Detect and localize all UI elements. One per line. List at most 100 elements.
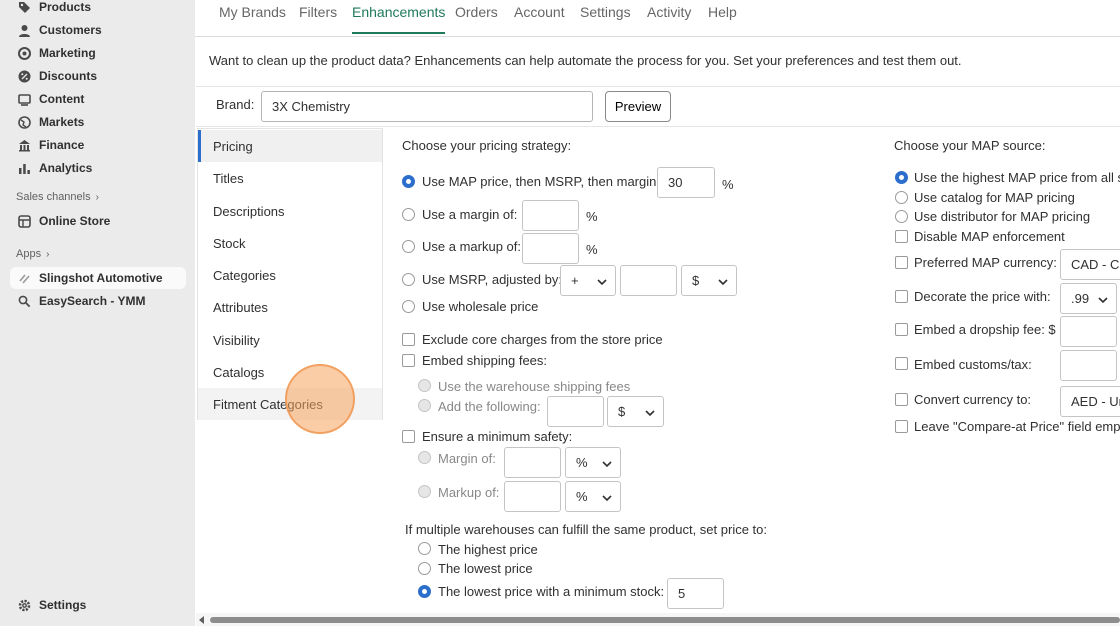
dropship-fee-input[interactable] xyxy=(1060,316,1117,347)
min-stock-input[interactable]: 5 xyxy=(667,578,724,609)
sidebar-item-products[interactable]: Products xyxy=(10,0,186,18)
label-compare-at: Leave "Compare-at Price" field empt xyxy=(914,419,1120,434)
checkbox-convert-currency[interactable] xyxy=(895,393,908,406)
tab-enhancements[interactable]: Enhancements xyxy=(352,4,446,34)
checkbox-exclude-core[interactable] xyxy=(402,333,415,346)
label-markup: Use a markup of: xyxy=(422,239,521,254)
radio-map-highest[interactable] xyxy=(895,171,908,184)
preferred-currency-select[interactable]: CAD - Ca xyxy=(1060,249,1120,280)
brand-input[interactable]: 3X Chemistry xyxy=(261,91,593,122)
radio-lowest-min-stock[interactable] xyxy=(418,585,431,598)
menu-item-fitment-categories[interactable]: Fitment Categories xyxy=(198,388,382,420)
label-convert-currency: Convert currency to: xyxy=(914,392,1032,407)
customs-tax-input[interactable] xyxy=(1060,350,1117,381)
checkbox-embed-shipping[interactable] xyxy=(402,354,415,367)
menu-item-visibility[interactable]: Visibility xyxy=(198,324,382,356)
checkbox-preferred-currency[interactable] xyxy=(895,256,908,269)
label-map-catalog: Use catalog for MAP pricing xyxy=(914,190,1075,205)
sidebar-item-discounts[interactable]: Discounts xyxy=(10,65,186,87)
checkbox-min-safety[interactable] xyxy=(402,430,415,443)
radio-map-distributor[interactable] xyxy=(895,210,908,223)
tab-my-brands[interactable]: My Brands xyxy=(219,4,286,34)
label-safety-markup: Markup of: xyxy=(438,485,500,500)
radio-map-catalog[interactable] xyxy=(895,191,908,204)
tab-orders[interactable]: Orders xyxy=(455,4,498,34)
safety-margin-input[interactable] xyxy=(504,447,561,478)
radio-markup[interactable] xyxy=(402,240,415,253)
sales-channels-section[interactable]: Sales channels › xyxy=(16,191,99,203)
radio-wholesale[interactable] xyxy=(402,300,415,313)
radio-lowest-price[interactable] xyxy=(418,562,431,575)
tab-activity[interactable]: Activity xyxy=(647,4,691,34)
menu-item-attributes[interactable]: Attributes xyxy=(198,291,382,323)
menu-item-pricing[interactable]: Pricing xyxy=(198,130,382,162)
radio-margin[interactable] xyxy=(402,208,415,221)
checkbox-dropship-fee[interactable] xyxy=(895,323,908,336)
globe-icon xyxy=(18,115,31,129)
scroll-left-arrow-icon[interactable] xyxy=(199,616,204,624)
sidebar-app-easysearch[interactable]: EasySearch - YMM xyxy=(10,290,186,312)
checkbox-compare-at[interactable] xyxy=(895,420,908,433)
person-icon xyxy=(18,24,31,37)
horizontal-scrollbar[interactable] xyxy=(196,613,1120,626)
safety-margin-unit-select[interactable]: % xyxy=(565,447,621,478)
map-margin-input[interactable]: 30 xyxy=(657,167,715,198)
sidebar-item-finance[interactable]: Finance xyxy=(10,134,186,156)
checkbox-disable-map[interactable] xyxy=(895,230,908,243)
bank-icon xyxy=(18,139,31,152)
label-warehouse-shipping: Use the warehouse shipping fees xyxy=(438,379,631,394)
sidebar-item-markets[interactable]: Markets xyxy=(10,111,186,133)
menu-item-categories[interactable]: Categories xyxy=(198,259,382,291)
checkbox-customs-tax[interactable] xyxy=(895,357,908,370)
margin-input[interactable] xyxy=(522,200,579,231)
sidebar-item-online-store[interactable]: Online Store xyxy=(10,210,186,232)
safety-markup-input[interactable] xyxy=(504,481,561,512)
label-exclude-core: Exclude core charges from the store pric… xyxy=(422,332,663,347)
radio-safety-markup[interactable] xyxy=(418,485,431,498)
tab-filters[interactable]: Filters xyxy=(299,4,337,34)
menu-item-catalogs[interactable]: Catalogs xyxy=(198,356,382,388)
label-margin: Use a margin of: xyxy=(422,207,518,222)
msrp-sign-select[interactable]: + xyxy=(560,265,616,296)
sidebar-item-analytics[interactable]: Analytics xyxy=(10,157,186,179)
scrollbar-thumb[interactable] xyxy=(210,617,1120,623)
add-shipping-unit-select[interactable]: $ xyxy=(607,396,664,427)
label-customs-tax: Embed customs/tax: xyxy=(914,357,1032,372)
sidebar-item-marketing[interactable]: Marketing xyxy=(10,42,186,64)
sidebar-app-slingshot-automotive[interactable]: Slingshot Automotive xyxy=(10,267,186,289)
chevron-right-icon: › xyxy=(95,191,99,203)
decorate-price-select[interactable]: .99 xyxy=(1060,283,1117,314)
msrp-unit-select[interactable]: $ xyxy=(681,265,737,296)
search-icon xyxy=(18,295,31,308)
preview-button[interactable]: Preview xyxy=(605,91,671,122)
label-embed-shipping: Embed shipping fees: xyxy=(422,353,548,368)
checkbox-decorate-price[interactable] xyxy=(895,290,908,303)
radio-warehouse-shipping[interactable] xyxy=(418,379,431,392)
sidebar-item-customers[interactable]: Customers xyxy=(10,19,186,41)
label-safety-margin: Margin of: xyxy=(438,451,496,466)
divider xyxy=(196,86,1120,87)
safety-markup-unit-select[interactable]: % xyxy=(565,481,621,512)
percent-unit: % xyxy=(722,177,734,192)
markup-input[interactable] xyxy=(522,233,579,264)
sidebar-item-content[interactable]: Content xyxy=(10,88,186,110)
menu-item-descriptions[interactable]: Descriptions xyxy=(198,195,382,227)
add-shipping-input[interactable] xyxy=(547,396,604,427)
tab-help[interactable]: Help xyxy=(708,4,737,34)
map-heading: Choose your MAP source: xyxy=(894,138,1046,153)
convert-currency-select[interactable]: AED - Un xyxy=(1060,386,1120,417)
menu-item-stock[interactable]: Stock xyxy=(198,227,382,259)
tab-settings[interactable]: Settings xyxy=(580,4,631,34)
intro-text: Want to clean up the product data? Enhan… xyxy=(209,53,962,68)
radio-add-following[interactable] xyxy=(418,399,431,412)
menu-item-titles[interactable]: Titles xyxy=(198,162,382,194)
radio-safety-margin[interactable] xyxy=(418,451,431,464)
radio-highest-price[interactable] xyxy=(418,542,431,555)
msrp-adjust-input[interactable] xyxy=(620,265,677,296)
sidebar-item-settings[interactable]: Settings xyxy=(10,594,186,616)
tab-account[interactable]: Account xyxy=(514,4,565,34)
apps-section[interactable]: Apps › xyxy=(16,248,49,260)
discount-icon xyxy=(18,70,31,83)
radio-map-msrp-margin[interactable] xyxy=(402,175,415,188)
radio-msrp-adjusted[interactable] xyxy=(402,273,415,286)
